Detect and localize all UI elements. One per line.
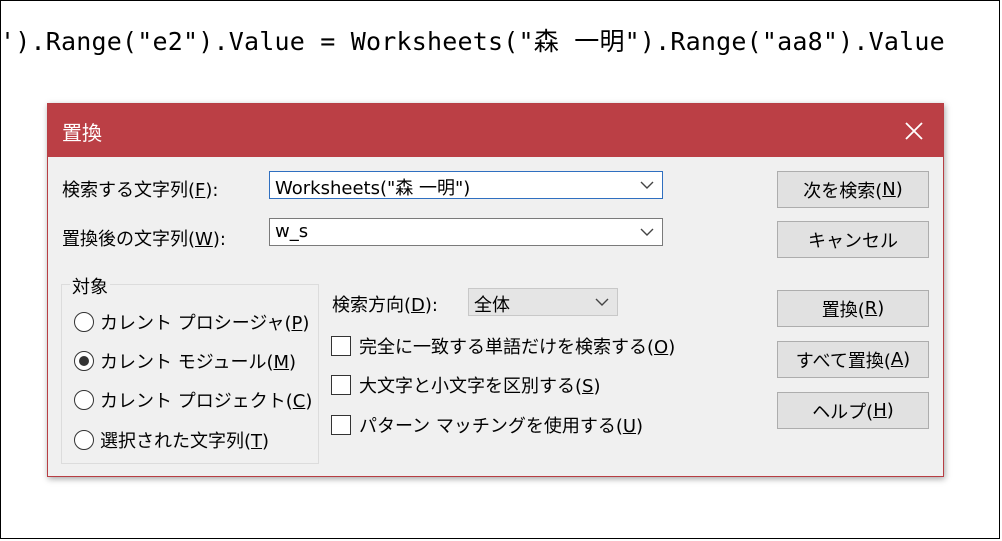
radio-circle <box>74 390 94 410</box>
replace-label: 置換後の文字列(W): <box>62 229 226 250</box>
replace-button[interactable]: 置換(R) <box>777 290 929 327</box>
checkbox-whole-word[interactable]: 完全に一致する単語だけを検索する(O) <box>331 333 675 359</box>
find-next-button[interactable]: 次を検索(N) <box>777 171 929 208</box>
direction-select[interactable]: 全体 <box>468 288 618 316</box>
checkbox-box <box>331 336 351 356</box>
checkbox-pattern-matching[interactable]: パターン マッチングを使用する(U) <box>331 412 643 438</box>
radio-circle <box>74 430 94 450</box>
find-input[interactable]: Worksheets("森 一明") <box>269 171 663 199</box>
radio-selected-text[interactable]: 選択された文字列(T) <box>74 427 269 453</box>
radio-circle <box>74 312 94 332</box>
replace-input-value: w_s <box>275 221 309 242</box>
replace-all-button[interactable]: すべて置換(A) <box>777 341 929 378</box>
direction-select-value: 全体 <box>474 295 510 316</box>
checkbox-match-case[interactable]: 大文字と小文字を区別する(S) <box>331 372 601 398</box>
close-icon <box>905 121 923 140</box>
replace-dialog: 置換 検索する文字列(F): Worksheets("森 一明") 置換後の文字… <box>47 103 944 477</box>
dialog-title: 置換 <box>62 121 102 145</box>
checkbox-box <box>331 415 351 435</box>
radio-current-project[interactable]: カレント プロジェクト(C) <box>74 387 312 413</box>
close-button[interactable] <box>885 104 943 157</box>
help-button[interactable]: ヘルプ(H) <box>777 392 929 429</box>
chevron-down-icon <box>595 298 609 306</box>
cancel-button[interactable]: キャンセル <box>777 221 929 258</box>
chevron-down-icon[interactable] <box>640 181 654 190</box>
radio-current-procedure[interactable]: カレント プロシージャ(P) <box>74 309 309 335</box>
radio-circle-selected <box>74 351 94 371</box>
checkbox-box <box>331 375 351 395</box>
code-line: ').Range("e2").Value = Worksheets("森 一明"… <box>0 27 945 56</box>
chevron-down-icon[interactable] <box>640 228 654 237</box>
find-label: 検索する文字列(F): <box>62 180 219 201</box>
direction-label: 検索方向(D): <box>332 295 438 316</box>
scope-group-title: 対象 <box>70 273 110 299</box>
dialog-titlebar: 置換 <box>48 104 943 157</box>
find-input-value: Worksheets("森 一明") <box>275 178 471 199</box>
radio-current-module[interactable]: カレント モジュール(M) <box>74 348 296 374</box>
replace-input[interactable]: w_s <box>269 218 663 246</box>
